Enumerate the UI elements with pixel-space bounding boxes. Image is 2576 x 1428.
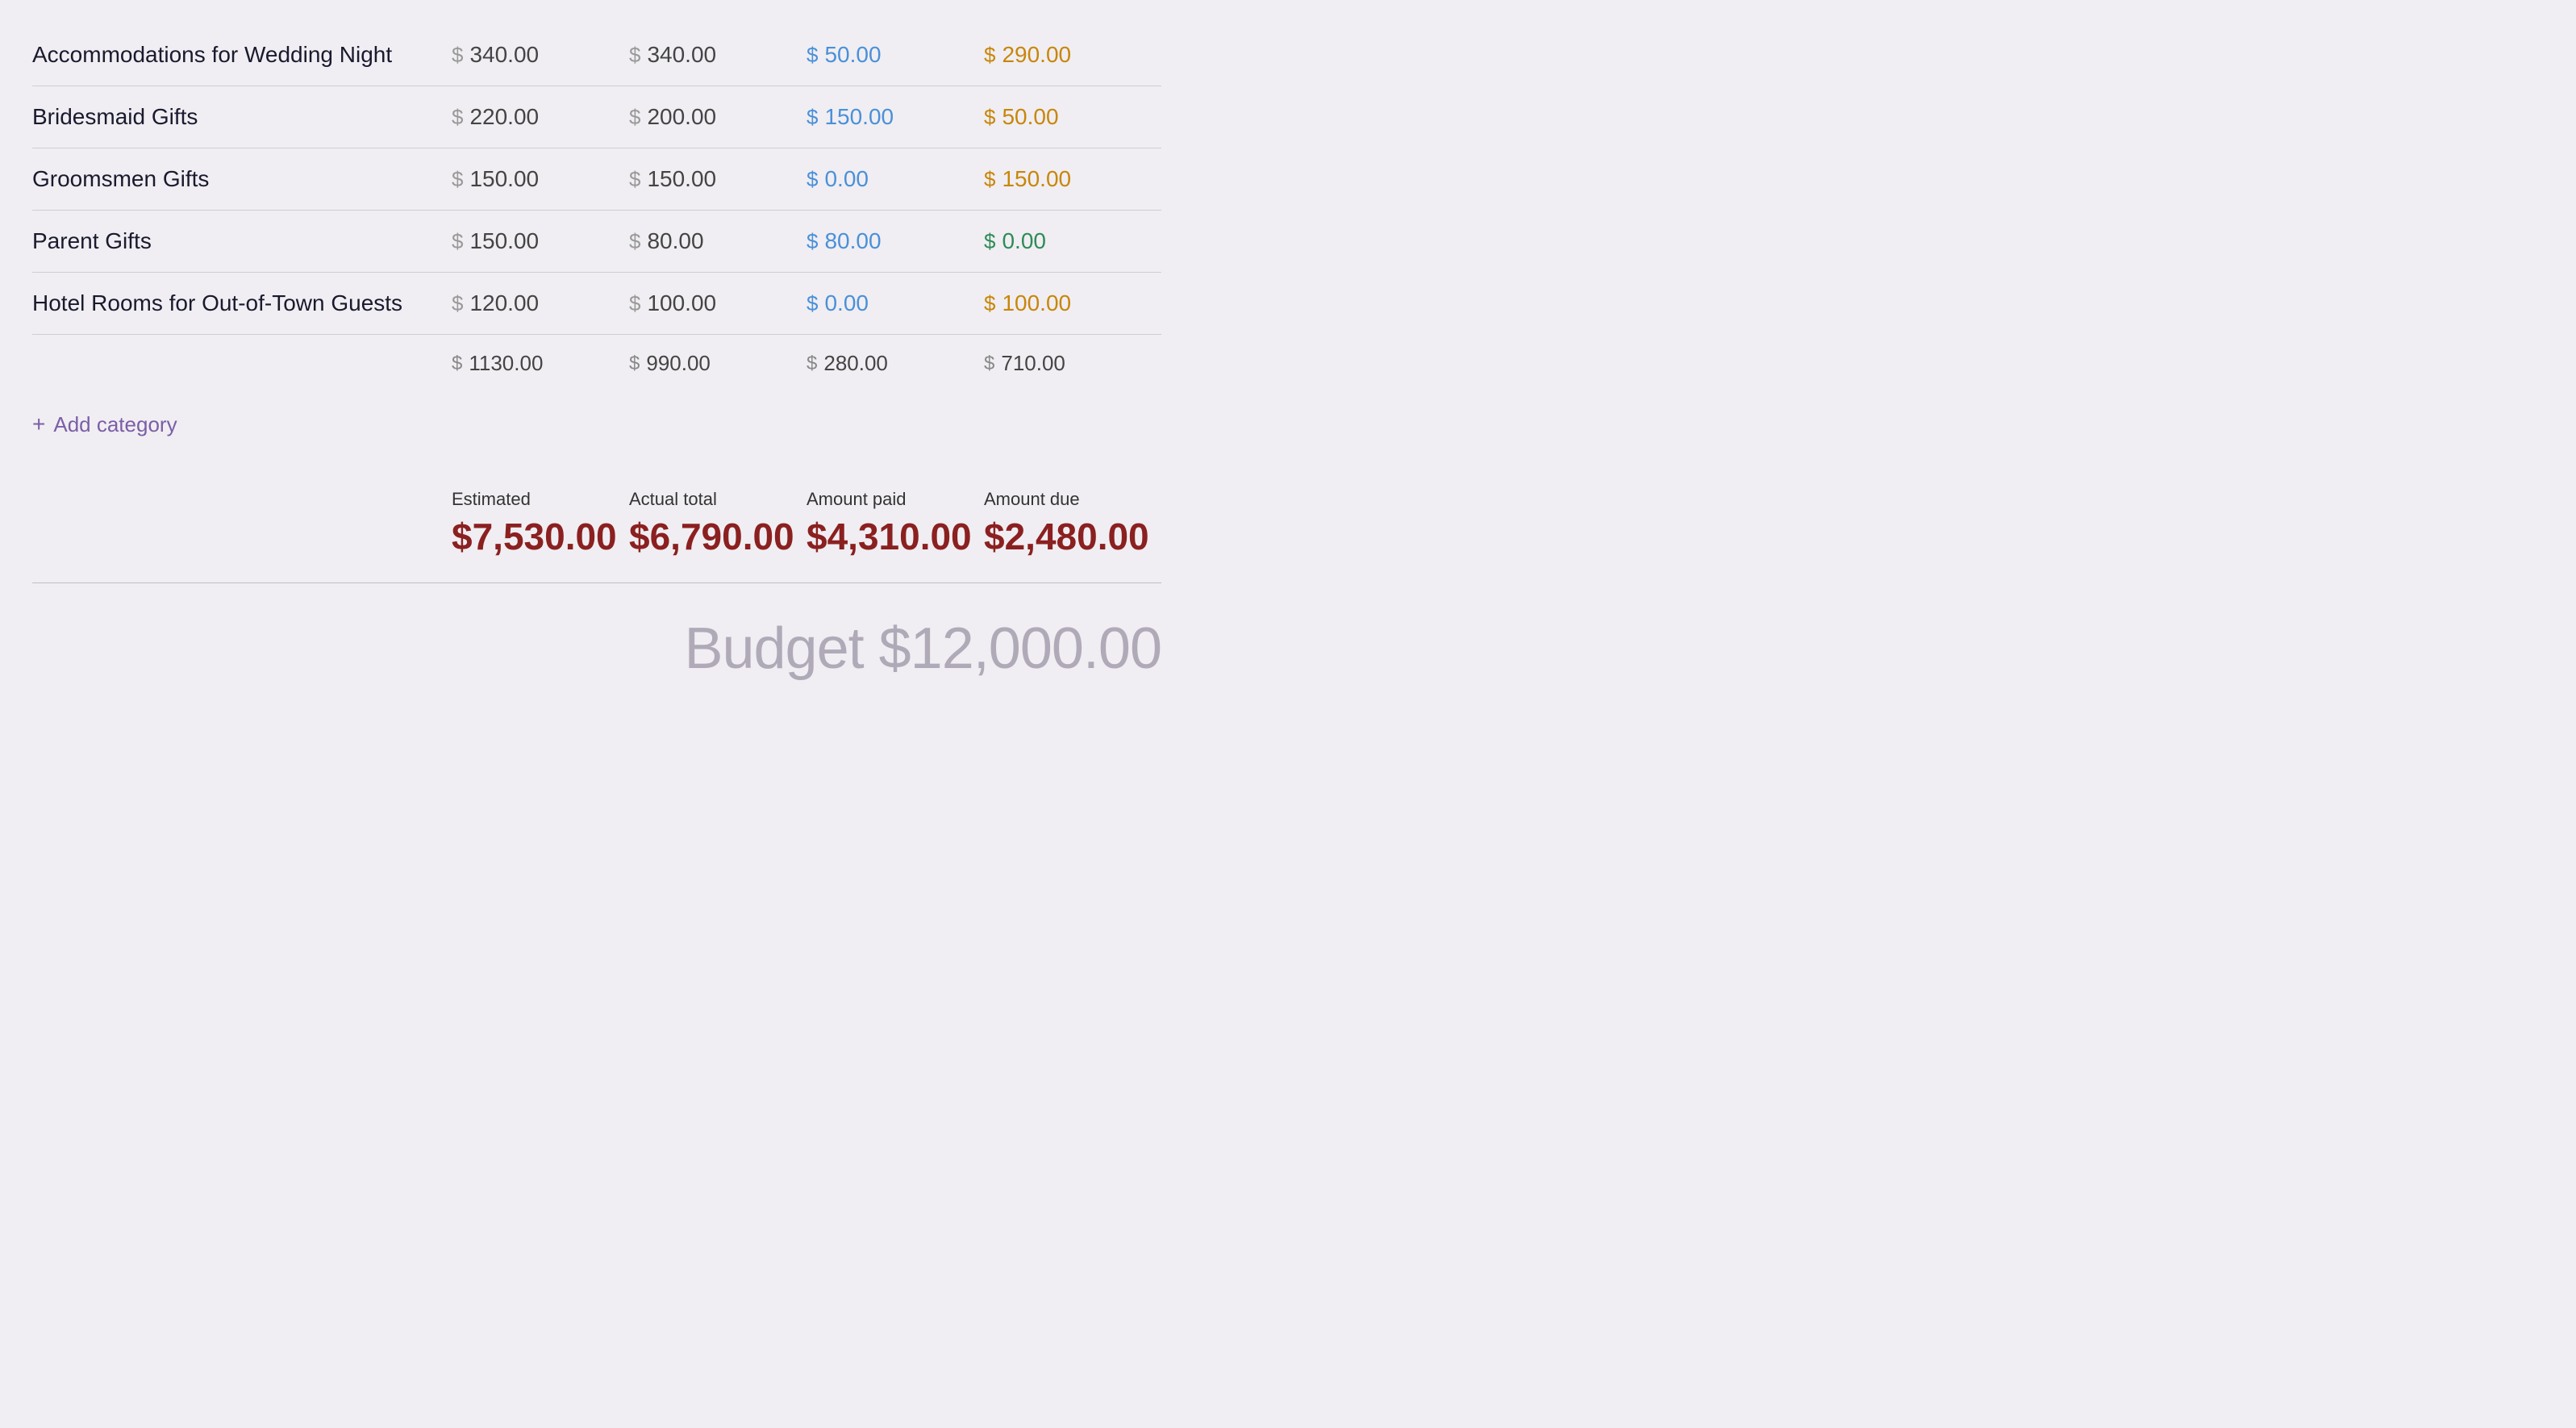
paid-value: 150.00 (824, 104, 894, 130)
summary-actual: Actual total $6,790.00 (629, 489, 807, 558)
dollar-icon: $ (807, 229, 818, 254)
subtotal-actual: $ 990.00 (629, 351, 807, 376)
category-name: Parent Gifts (32, 228, 452, 254)
table-row: Hotel Rooms for Out-of-Town Guests $ 120… (32, 273, 1161, 335)
dollar-icon: $ (452, 291, 463, 316)
estimated-cell: $ 150.00 (452, 228, 629, 254)
table-row: Parent Gifts $ 150.00 $ 80.00 $ 80.00 $ … (32, 211, 1161, 273)
estimated-value: $7,530.00 (452, 515, 617, 558)
dollar-icon: $ (807, 43, 818, 68)
due-cell: $ 290.00 (984, 42, 1161, 68)
estimated-cell: $ 220.00 (452, 104, 629, 130)
estimated-cell: $ 340.00 (452, 42, 629, 68)
paid-value: 0.00 (824, 166, 869, 192)
dollar-icon: $ (629, 291, 640, 316)
category-name: Accommodations for Wedding Night (32, 42, 452, 68)
paid-cell: $ 0.00 (807, 166, 984, 192)
actual-value: 100.00 (647, 290, 716, 316)
paid-cell: $ 50.00 (807, 42, 984, 68)
dollar-icon: $ (807, 167, 818, 192)
dollar-icon: $ (629, 229, 640, 254)
actual-value: 200.00 (647, 104, 716, 130)
actual-cell: $ 340.00 (629, 42, 807, 68)
actual-cell: $ 100.00 (629, 290, 807, 316)
actual-cell: $ 200.00 (629, 104, 807, 130)
paid-value: $4,310.00 (807, 515, 972, 558)
dollar-icon: $ (807, 105, 818, 130)
due-cell: $ 50.00 (984, 104, 1161, 130)
due-value: $2,480.00 (984, 515, 1149, 558)
actual-value: $6,790.00 (629, 515, 794, 558)
summary-section: Estimated $7,530.00 Actual total $6,790.… (32, 473, 1161, 574)
summary-due: Amount due $2,480.00 (984, 489, 1161, 558)
actual-value: 340.00 (647, 42, 716, 68)
due-value: 100.00 (1002, 290, 1071, 316)
dollar-icon: $ (984, 167, 995, 192)
paid-cell: $ 80.00 (807, 228, 984, 254)
dollar-icon: $ (807, 291, 818, 316)
category-name: Hotel Rooms for Out-of-Town Guests (32, 290, 452, 316)
subtotal-paid: $ 280.00 (807, 351, 984, 376)
dollar-icon: $ (452, 105, 463, 130)
dollar-icon: $ (452, 43, 463, 68)
dollar-icon: $ (984, 43, 995, 68)
paid-cell: $ 150.00 (807, 104, 984, 130)
table-row: Accommodations for Wedding Night $ 340.0… (32, 24, 1161, 86)
dollar-icon: $ (629, 43, 640, 68)
table-row: Bridesmaid Gifts $ 220.00 $ 200.00 $ 150… (32, 86, 1161, 148)
dollar-icon: $ (984, 353, 994, 375)
dollar-icon: $ (452, 353, 462, 375)
estimated-value: 340.00 (469, 42, 539, 68)
dollar-icon: $ (452, 229, 463, 254)
table-row: Groomsmen Gifts $ 150.00 $ 150.00 $ 0.00… (32, 148, 1161, 211)
due-label: Amount due (984, 489, 1080, 510)
dollar-icon: $ (984, 105, 995, 130)
divider (32, 582, 1161, 583)
estimated-value: 150.00 (469, 166, 539, 192)
estimated-cell: $ 120.00 (452, 290, 629, 316)
budget-total-section: Budget $12,000.00 (32, 591, 1161, 690)
dollar-icon: $ (629, 105, 640, 130)
actual-value: 80.00 (647, 228, 703, 254)
due-value: 290.00 (1002, 42, 1071, 68)
due-value: 50.00 (1002, 104, 1058, 130)
category-name: Bridesmaid Gifts (32, 104, 452, 130)
dollar-icon: $ (807, 353, 817, 375)
paid-value: 0.00 (824, 290, 869, 316)
due-cell: $ 100.00 (984, 290, 1161, 316)
due-value: 150.00 (1002, 166, 1071, 192)
actual-cell: $ 150.00 (629, 166, 807, 192)
due-cell: $ 0.00 (984, 228, 1161, 254)
paid-value: 80.00 (824, 228, 881, 254)
due-value: 0.00 (1002, 228, 1046, 254)
estimated-value: 220.00 (469, 104, 539, 130)
budget-total: Budget $12,000.00 (684, 616, 1161, 682)
add-category-section: + Add category (32, 392, 1161, 457)
estimated-value: 150.00 (469, 228, 539, 254)
paid-label: Amount paid (807, 489, 907, 510)
summary-estimated: Estimated $7,530.00 (452, 489, 629, 558)
dollar-icon: $ (452, 167, 463, 192)
due-cell: $ 150.00 (984, 166, 1161, 192)
subtotal-estimated: $ 1130.00 (452, 351, 629, 376)
dollar-icon: $ (629, 167, 640, 192)
paid-value: 50.00 (824, 42, 881, 68)
dollar-icon: $ (629, 353, 640, 375)
actual-value: 150.00 (647, 166, 716, 192)
estimated-cell: $ 150.00 (452, 166, 629, 192)
category-name: Groomsmen Gifts (32, 166, 452, 192)
summary-paid: Amount paid $4,310.00 (807, 489, 984, 558)
plus-icon: + (32, 411, 45, 437)
estimated-label: Estimated (452, 489, 531, 510)
subtotal-due: $ 710.00 (984, 351, 1161, 376)
paid-cell: $ 0.00 (807, 290, 984, 316)
dollar-icon: $ (984, 291, 995, 316)
add-category-button[interactable]: + Add category (32, 411, 177, 437)
actual-cell: $ 80.00 (629, 228, 807, 254)
subtotals-row: $ 1130.00 $ 990.00 $ 280.00 $ 710.00 (32, 335, 1161, 392)
actual-label: Actual total (629, 489, 717, 510)
budget-table: Accommodations for Wedding Night $ 340.0… (32, 24, 1161, 690)
estimated-value: 120.00 (469, 290, 539, 316)
dollar-icon: $ (984, 229, 995, 254)
